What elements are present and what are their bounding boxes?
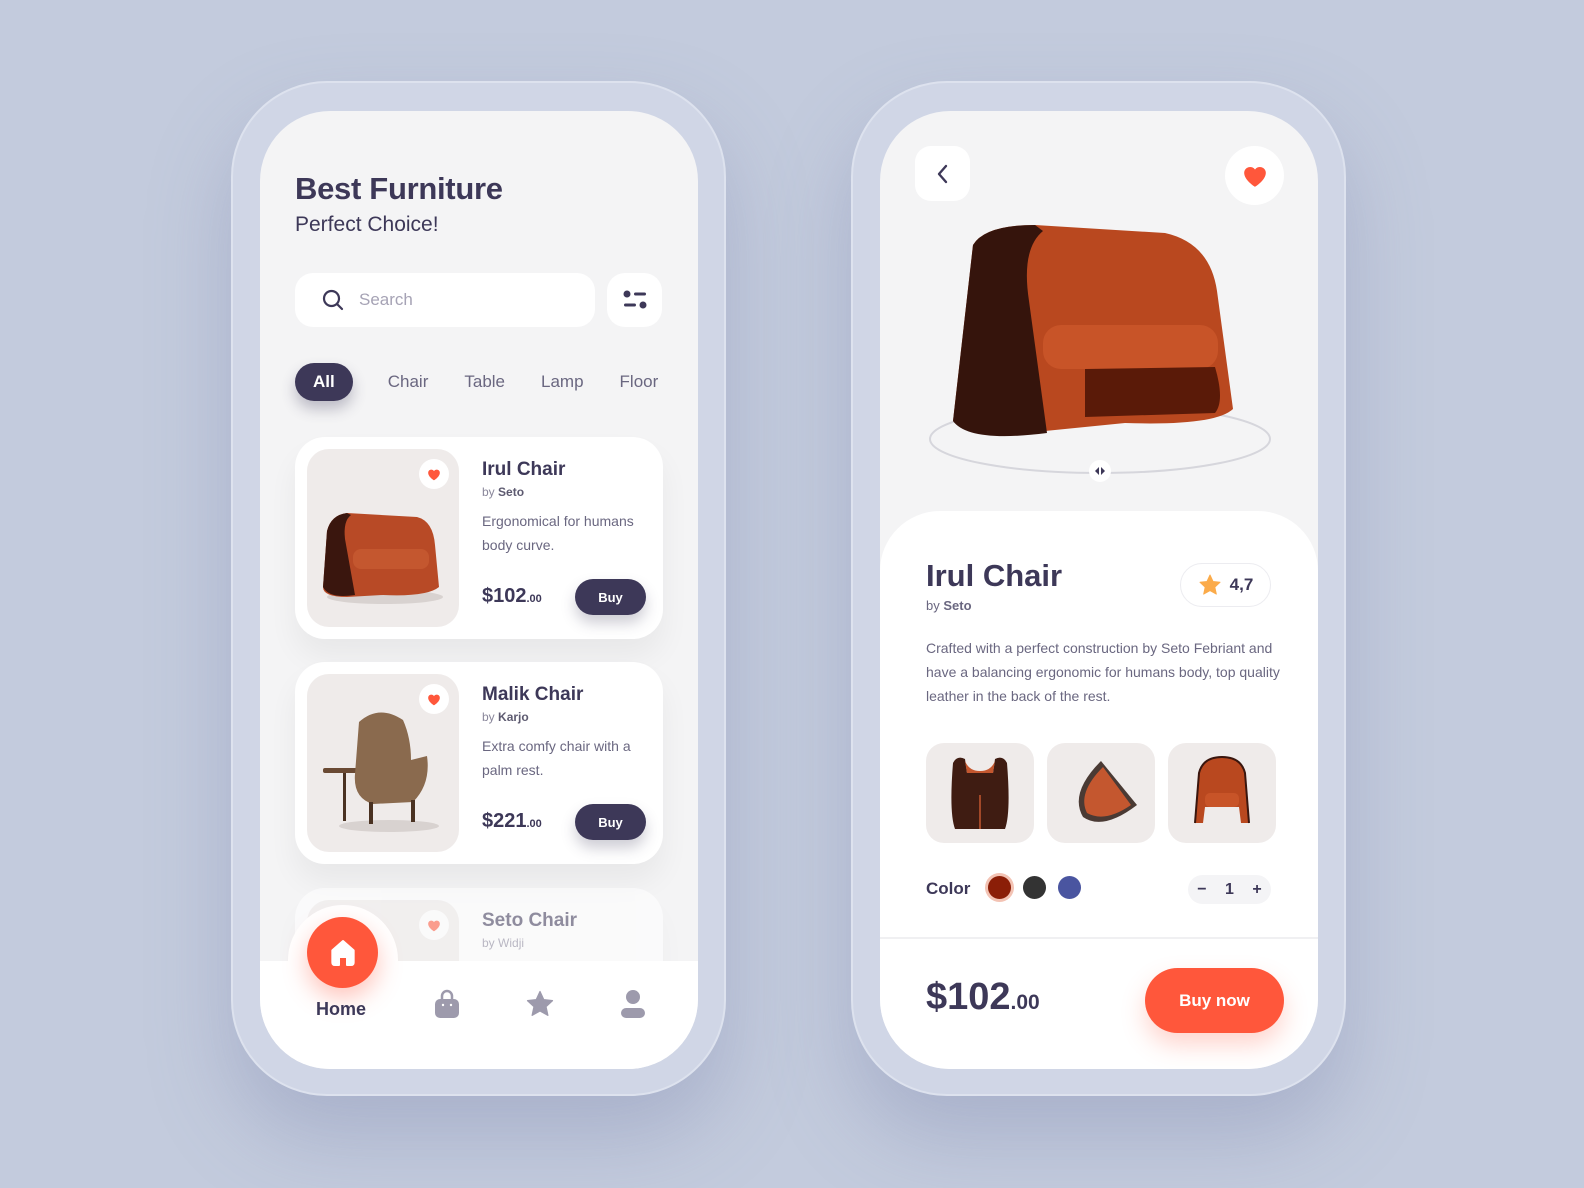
- product-description: Crafted with a perfect construction by S…: [926, 640, 1280, 704]
- product-price: $221.00: [482, 810, 542, 832]
- increment-button[interactable]: +: [1252, 881, 1261, 899]
- category-tabs: All Chair Table Lamp Floor: [295, 363, 694, 401]
- rating-badge: 4,7: [1180, 563, 1271, 607]
- product-maker: by Seto: [926, 598, 972, 613]
- product-name: Seto Chair: [482, 910, 578, 931]
- page-subtitle: Perfect Choice!: [295, 213, 439, 236]
- product-price: $102.00: [482, 585, 542, 607]
- nav-bag-button[interactable]: [432, 989, 462, 1019]
- product-maker: by Widji: [482, 936, 525, 950]
- thumbnail-gallery: [926, 743, 1276, 843]
- page-title: Best Furniture: [295, 171, 503, 206]
- filter-button[interactable]: [607, 273, 662, 327]
- buy-button[interactable]: Buy: [575, 579, 646, 615]
- search-input[interactable]: Search: [295, 273, 595, 327]
- product-image: [307, 674, 459, 852]
- back-button[interactable]: [915, 146, 970, 201]
- tab-table[interactable]: Table: [464, 363, 505, 401]
- chevron-left-icon: [937, 164, 947, 183]
- product-card[interactable]: Malik Chair by Karjo Extra comfy chair w…: [295, 662, 663, 864]
- total-price: $102.00: [926, 976, 1040, 1018]
- product-maker: by Karjo: [482, 710, 529, 724]
- thumbnail-top-view[interactable]: [1047, 743, 1155, 843]
- phone-detail-frame: Irul Chair by Seto 4,7 Crafted with a pe…: [851, 81, 1346, 1096]
- star-icon: [526, 990, 554, 1016]
- favorite-button[interactable]: [419, 459, 449, 489]
- nav-favorites-button[interactable]: [525, 989, 555, 1019]
- product-description: Extra comfy chair with a palm rest.: [482, 738, 631, 778]
- nav-profile-button[interactable]: [618, 989, 648, 1019]
- heart-icon: [1243, 166, 1266, 187]
- product-name: Malik Chair: [482, 684, 584, 705]
- bag-icon: [435, 989, 459, 1018]
- nav-home-label: Home: [316, 999, 367, 1019]
- tab-lamp[interactable]: Lamp: [541, 363, 584, 401]
- thumbnail-front-view[interactable]: [1168, 743, 1276, 843]
- star-icon: [1199, 574, 1221, 595]
- thumbnail-back-view[interactable]: [926, 743, 1034, 843]
- tab-floor[interactable]: Floor: [620, 363, 659, 401]
- product-name: Irul Chair: [926, 558, 1063, 593]
- detail-screen: Irul Chair by Seto 4,7 Crafted with a pe…: [880, 111, 1318, 1069]
- buy-button[interactable]: Buy: [575, 804, 646, 840]
- phone-list-frame: Best Furniture Perfect Choice! Search Al…: [231, 81, 726, 1096]
- product-name: Irul Chair: [482, 459, 566, 480]
- product-maker: by Seto: [482, 485, 525, 499]
- favorite-button[interactable]: [419, 684, 449, 714]
- product-description: Ergonomical for humans body curve.: [482, 513, 634, 553]
- user-icon: [621, 990, 645, 1018]
- heart-icon: [428, 469, 440, 480]
- sliders-icon: [623, 290, 646, 309]
- decrement-button[interactable]: −: [1197, 881, 1206, 899]
- color-swatch[interactable]: [988, 876, 1011, 899]
- color-swatch[interactable]: [1058, 876, 1081, 899]
- color-label: Color: [926, 879, 971, 898]
- quantity-value: 1: [1225, 880, 1234, 898]
- nav-home-button[interactable]: [307, 917, 378, 988]
- heart-icon: [428, 694, 440, 705]
- tab-all[interactable]: All: [295, 363, 353, 401]
- search-placeholder: Search: [359, 290, 413, 309]
- rating-value: 4,7: [1229, 575, 1254, 594]
- search-icon: [322, 289, 344, 311]
- list-screen: Best Furniture Perfect Choice! Search Al…: [260, 111, 698, 1069]
- detail-sheet: Irul Chair by Seto 4,7 Crafted with a pe…: [880, 511, 1318, 1069]
- color-swatches: [988, 876, 1081, 899]
- tab-chair[interactable]: Chair: [388, 363, 429, 401]
- product-image: [307, 449, 459, 627]
- heart-icon: [428, 920, 440, 931]
- quantity-stepper: − 1 +: [1188, 875, 1271, 904]
- favorite-button[interactable]: [1225, 146, 1284, 205]
- product-card[interactable]: Irul Chair by Seto Ergonomical for human…: [295, 437, 663, 639]
- home-icon: [330, 939, 355, 966]
- color-swatch[interactable]: [1023, 876, 1046, 899]
- favorite-button[interactable]: [419, 910, 449, 940]
- product-hero-image[interactable]: [925, 221, 1275, 491]
- divider: [880, 937, 1318, 939]
- buy-now-button[interactable]: Buy now: [1145, 968, 1284, 1033]
